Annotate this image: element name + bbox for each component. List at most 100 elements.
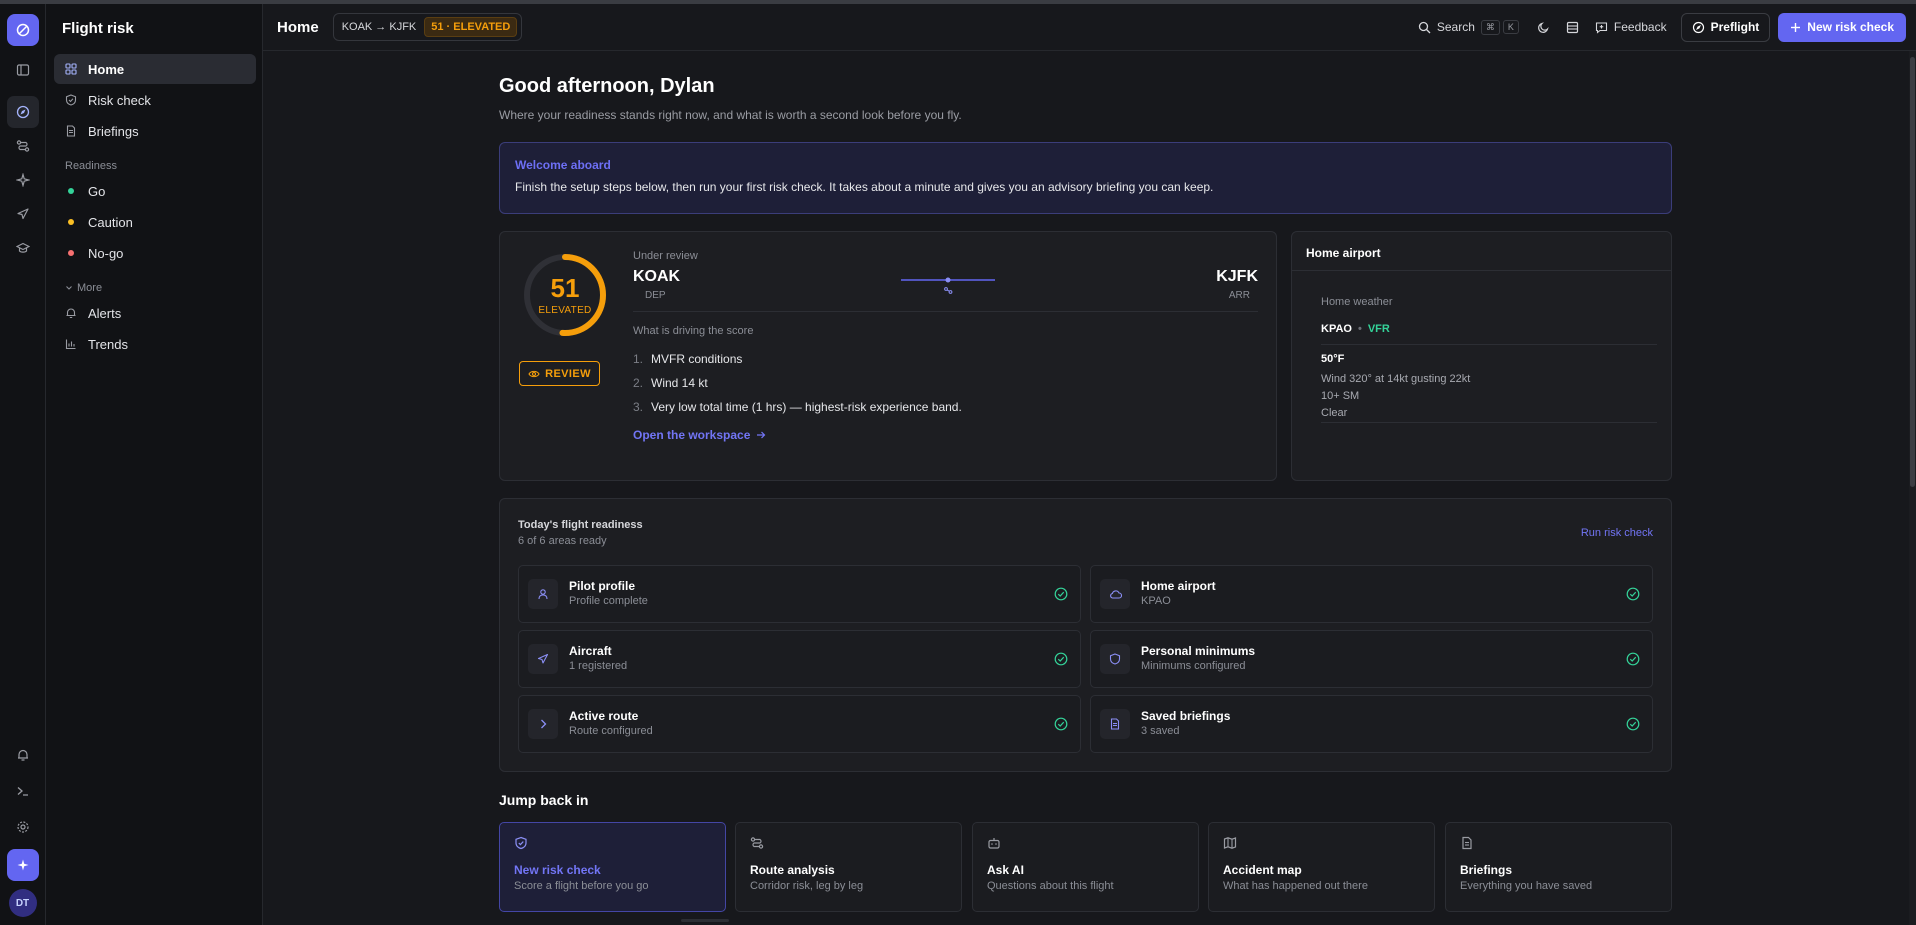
tile-subtitle: KPAO <box>1141 595 1171 607</box>
jump-card-route-analysis[interactable]: Route analysis Corridor risk, leg by leg <box>735 822 962 912</box>
jump-card-accident-map[interactable]: Accident map What has happened out there <box>1208 822 1435 912</box>
feedback-button[interactable]: Feedback <box>1595 20 1667 34</box>
waypoint-icon <box>944 287 953 294</box>
sidebar-item-alerts[interactable]: Alerts <box>54 298 256 328</box>
arrival-role: ARR <box>1228 290 1250 301</box>
compass-icon[interactable] <box>6 96 39 128</box>
tile-name: Saved briefings <box>1141 709 1231 723</box>
panel-toggle-icon[interactable] <box>7 54 39 86</box>
document-icon <box>1100 709 1130 739</box>
new-risk-check-label: New risk check <box>1807 20 1894 34</box>
open-workspace-link[interactable]: Open the workspace <box>633 428 1258 442</box>
review-button[interactable]: REVIEW <box>519 361 600 386</box>
grid-icon <box>64 62 78 76</box>
drivers-list: 1. MVFR conditions 2. Wind 14 kt 3. Very… <box>633 347 1258 419</box>
sky-condition: Clear <box>1321 407 1348 419</box>
list-item: 1. MVFR conditions <box>633 347 1258 371</box>
sidebar-item-caution[interactable]: Caution <box>54 207 256 237</box>
sidebar-item-home[interactable]: Home <box>54 54 256 84</box>
driver-text: Very low total time (1 hrs) — highest-ri… <box>651 400 962 414</box>
departure-code: KOAK <box>633 268 681 285</box>
jump-card-subtitle: Questions about this flight <box>987 880 1114 892</box>
sparkle-icon[interactable] <box>7 164 39 196</box>
sidebar-item-go[interactable]: Go <box>54 176 256 206</box>
preflight-label: Preflight <box>1710 20 1760 34</box>
home-station-row: KPAO • VFR <box>1321 323 1657 345</box>
sidebar-item-risk-check[interactable]: Risk check <box>54 85 256 115</box>
no-go-status-dot <box>68 250 74 256</box>
readiness-tile-active-route[interactable]: Active route Route configured <box>518 695 1081 753</box>
search-icon <box>1418 21 1431 33</box>
document-icon <box>1462 836 1472 850</box>
new-risk-check-button[interactable]: New risk check <box>1778 12 1906 42</box>
jump-card-subtitle: Corridor risk, leg by leg <box>750 880 864 892</box>
run-risk-check-link[interactable]: Run risk check <box>1581 527 1653 539</box>
sidebar-item-briefings[interactable]: Briefings <box>54 116 256 146</box>
bar-chart-icon <box>64 337 78 351</box>
check-circle-icon <box>1626 717 1640 731</box>
graduation-cap-icon[interactable] <box>7 232 39 264</box>
review-label: REVIEW <box>545 367 591 380</box>
check-circle-icon <box>1626 652 1640 666</box>
driver-number: 3. <box>633 400 644 414</box>
arrival-code: KJFK <box>1216 268 1258 285</box>
sidebar-item-label: Home <box>88 61 125 77</box>
route-icon[interactable] <box>7 130 39 162</box>
plane-icon[interactable] <box>7 198 39 230</box>
readiness-tile-pilot-profile[interactable]: Pilot profile Profile complete <box>518 565 1081 623</box>
driver-number: 1. <box>633 352 644 366</box>
sidebar-item-trends[interactable]: Trends <box>54 329 256 359</box>
scrollbar-thumb[interactable] <box>1910 57 1915 487</box>
shield-icon <box>64 93 78 107</box>
list-item: 2. Wind 14 kt <box>633 371 1258 395</box>
arrow-right-icon <box>757 431 766 439</box>
sidebar-item-label: Risk check <box>88 92 151 108</box>
readiness-tile-personal-minimums[interactable]: Personal minimums Minimums configured <box>1090 630 1653 688</box>
avatar[interactable]: DT <box>8 889 37 917</box>
tile-name: Aircraft <box>569 644 612 658</box>
theme-toggle-button[interactable] <box>1537 21 1550 34</box>
jump-card-new-risk-check[interactable]: New risk check Score a flight before you… <box>499 822 726 912</box>
app-logo-icon[interactable] <box>6 14 39 46</box>
tile-subtitle: Profile complete <box>569 595 648 607</box>
top-header: Home KOAK → KJFK 51 · ELEVATED Search ⌘ … <box>263 4 1916 51</box>
risk-status-badge: 51 · ELEVATED <box>424 17 518 37</box>
readiness-tile-aircraft[interactable]: Aircraft 1 registered <box>518 630 1081 688</box>
preflight-button[interactable]: Preflight <box>1680 12 1771 42</box>
terminal-icon[interactable] <box>7 775 39 807</box>
app-title: Flight risk <box>62 20 134 37</box>
active-route-chip[interactable]: KOAK → KJFK 51 · ELEVATED <box>332 13 523 41</box>
sidebar-item-no-go[interactable]: No-go <box>54 238 256 268</box>
driver-text: MVFR conditions <box>651 352 743 366</box>
welcome-title: Welcome aboard <box>515 158 611 172</box>
bell-icon[interactable] <box>7 739 39 771</box>
driver-number: 2. <box>633 376 644 390</box>
check-circle-icon <box>1626 587 1640 601</box>
ai-assistant-icon[interactable] <box>6 849 39 881</box>
route-line <box>901 277 995 294</box>
visibility: 10+ SM <box>1321 390 1360 402</box>
jump-card-briefings[interactable]: Briefings Everything you have saved <box>1445 822 1672 912</box>
open-workspace-label: Open the workspace <box>633 428 751 442</box>
check-circle-icon <box>1054 587 1068 601</box>
message-plus-icon <box>1595 21 1607 34</box>
departure-airport: KOAK DEP <box>633 268 680 301</box>
readiness-tile-home-airport[interactable]: Home airport KPAO <box>1090 565 1653 623</box>
gear-icon[interactable] <box>7 811 39 843</box>
check-circle-icon <box>1054 717 1068 731</box>
readiness-tile-saved-briefings[interactable]: Saved briefings 3 saved <box>1090 695 1653 753</box>
go-status-dot <box>68 188 74 194</box>
page-scrollbar[interactable] <box>1909 51 1916 925</box>
search-button[interactable]: Search ⌘ K <box>1418 19 1519 35</box>
sidebar-item-label: Briefings <box>88 123 139 139</box>
list-item: 3. Very low total time (1 hrs) — highest… <box>633 395 1258 419</box>
tile-subtitle: 1 registered <box>569 660 628 672</box>
jump-card-name: New risk check <box>514 863 601 877</box>
more-section-toggle[interactable]: More <box>46 282 262 294</box>
jump-card-ask-ai[interactable]: Ask AI Questions about this flight <box>972 822 1199 912</box>
layout-toggle-button[interactable] <box>1566 21 1579 34</box>
flight-readiness-card: Today's flight readiness 6 of 6 areas re… <box>499 498 1672 772</box>
route-label: KOAK → KJFK <box>341 21 417 33</box>
layout-icon <box>1566 21 1579 33</box>
flight-category-badge: VFR <box>1367 323 1390 335</box>
